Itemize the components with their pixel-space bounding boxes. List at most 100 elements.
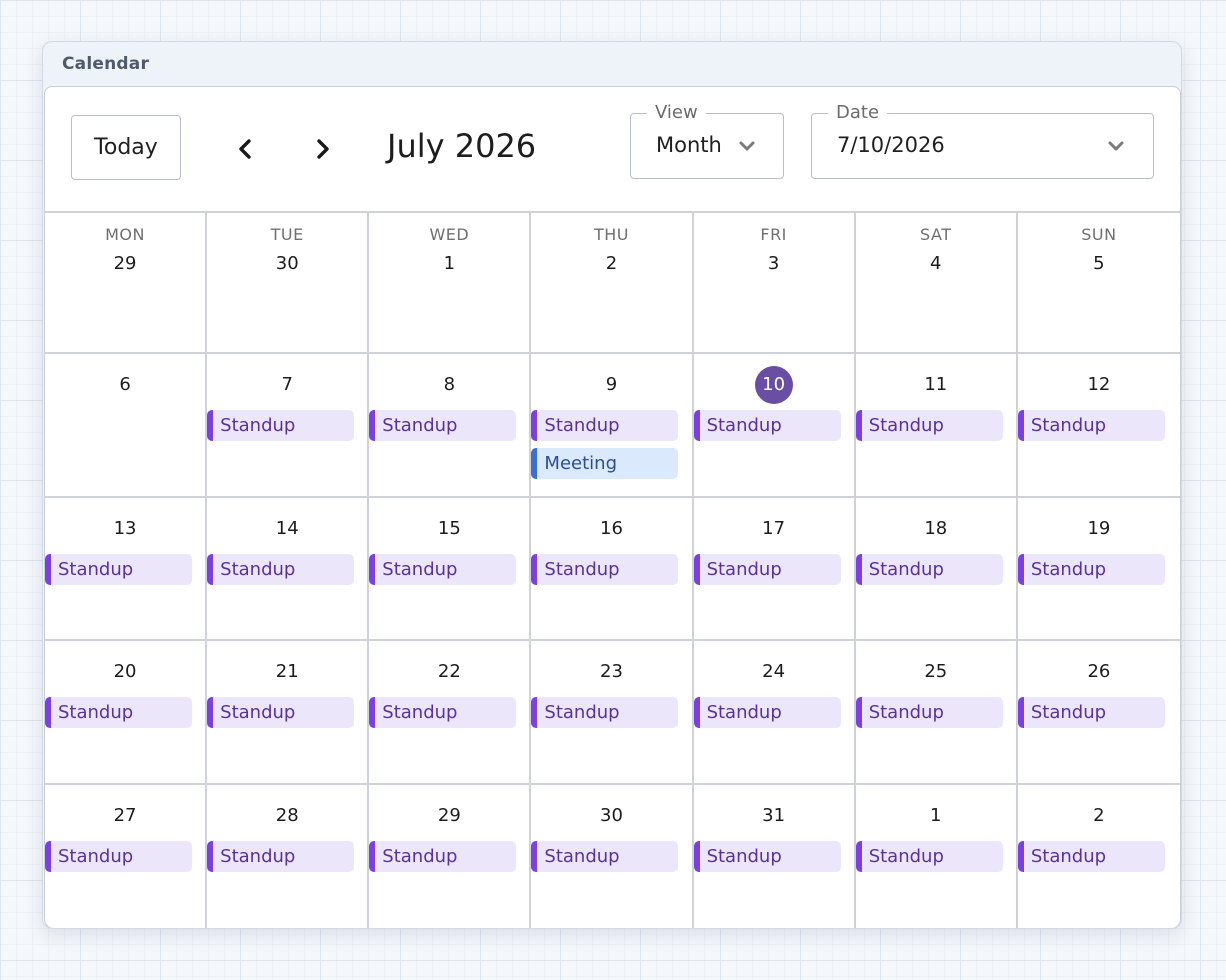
event-standup[interactable]: Standup — [207, 697, 355, 728]
day-cell[interactable]: MON 29 — [45, 211, 208, 354]
event-standup[interactable]: Standup — [1017, 553, 1165, 585]
day-cell[interactable]: 6 — [45, 354, 208, 498]
day-cell[interactable]: THU 2 — [531, 211, 694, 354]
day-cell[interactable]: 30 Standup — [531, 784, 694, 928]
event-standup[interactable]: Standup — [531, 697, 679, 728]
date-number: 7 — [281, 374, 293, 395]
day-cell[interactable]: 17 Standup — [693, 497, 856, 641]
day-cell[interactable]: 24 Standup — [693, 641, 856, 785]
event-standup[interactable]: Standup — [693, 410, 841, 441]
date-number: 20 — [113, 661, 137, 682]
previous-month-button[interactable] — [228, 131, 264, 167]
day-cell[interactable]: 7 Standup — [207, 354, 370, 498]
view-select-label: View — [647, 102, 706, 123]
event-standup[interactable]: Standup — [855, 410, 1003, 441]
date-number: 19 — [1087, 517, 1111, 539]
event-standup[interactable]: Standup — [369, 840, 517, 872]
date-number: 9 — [605, 374, 618, 395]
event-standup[interactable]: Standup — [45, 697, 192, 728]
event-standup[interactable]: Standup — [531, 840, 679, 872]
day-cell[interactable]: 9 Standup Meeting — [531, 354, 694, 498]
day-cell[interactable]: 22 Standup — [369, 641, 532, 785]
date-number: 29 — [437, 804, 461, 826]
day-cell[interactable]: FRI 3 — [693, 211, 856, 354]
date-number: 8 — [443, 374, 456, 395]
date-number: 26 — [1087, 661, 1111, 682]
day-cell[interactable]: WED 1 — [369, 211, 532, 354]
event-standup[interactable]: Standup — [855, 553, 1003, 585]
chevron-left-icon — [239, 139, 251, 159]
event-standup[interactable]: Standup — [45, 553, 192, 585]
calendar-toolbar: Today July 2026 View Month Date 7/10/202… — [45, 87, 1180, 213]
event-standup[interactable]: Standup — [531, 553, 679, 585]
date-number: 18 — [924, 517, 948, 539]
event-standup[interactable]: Standup — [1017, 840, 1165, 872]
day-cell[interactable]: 15 Standup — [369, 497, 532, 641]
event-standup[interactable]: Standup — [693, 697, 841, 728]
day-cell[interactable]: SUN 5 — [1017, 211, 1180, 354]
day-cell[interactable]: 1 Standup — [855, 784, 1018, 928]
current-month-label: July 2026 — [387, 127, 537, 165]
event-standup[interactable]: Standup — [693, 840, 841, 872]
date-number: 2 — [605, 253, 618, 274]
day-cell[interactable]: 19 Standup — [1017, 498, 1180, 641]
date-number: 29 — [113, 253, 137, 274]
event-standup[interactable]: Standup — [1017, 410, 1165, 441]
date-number: 12 — [1087, 374, 1111, 395]
day-cell[interactable]: 27 Standup — [45, 784, 208, 928]
event-standup[interactable]: Standup — [1017, 697, 1165, 728]
day-cell[interactable]: 10 Standup — [693, 354, 856, 498]
day-cell[interactable]: 20 Standup — [45, 641, 208, 785]
date-number: 24 — [762, 661, 786, 682]
day-cell[interactable]: 16 Standup — [531, 497, 694, 641]
day-cell[interactable]: SAT 4 — [855, 211, 1018, 354]
day-cell[interactable]: 13 Standup — [45, 497, 208, 641]
view-select[interactable]: View Month — [630, 102, 784, 179]
day-cell[interactable]: 8 Standup — [369, 354, 532, 498]
day-cell[interactable]: 18 Standup — [855, 497, 1018, 641]
event-standup[interactable]: Standup — [855, 840, 1003, 872]
event-standup[interactable]: Standup — [693, 553, 841, 585]
day-cell[interactable]: 2 Standup — [1017, 785, 1180, 929]
event-standup[interactable]: Standup — [369, 697, 517, 728]
date-number: 2 — [1093, 804, 1105, 826]
day-cell[interactable]: 26 Standup — [1017, 641, 1180, 785]
date-number: 30 — [275, 253, 299, 274]
day-cell[interactable]: 25 Standup — [855, 641, 1018, 785]
date-number: 30 — [600, 804, 623, 826]
weekday-header: TUE — [270, 225, 304, 244]
chevron-down-icon — [1108, 141, 1124, 151]
day-cell[interactable]: 12 Standup — [1017, 354, 1180, 498]
event-standup[interactable]: Standup — [45, 840, 192, 872]
event-standup[interactable]: Standup — [207, 410, 355, 441]
day-cell[interactable]: TUE 30 — [207, 211, 370, 354]
date-picker-label: Date — [828, 102, 888, 123]
month-grid: MON 29 TUE 30 WED 1 THU 2 FRI 3 SAT 4 SUN 5 6 7 Standup 8… — [45, 211, 1180, 928]
day-cell[interactable]: 14 Standup — [207, 497, 370, 641]
event-standup[interactable]: Standup — [855, 697, 1003, 728]
date-picker-value: 7/10/2026 — [837, 133, 945, 157]
date-number: 17 — [762, 517, 786, 539]
chevron-right-icon — [317, 139, 329, 159]
date-number: 25 — [924, 661, 948, 682]
event-standup[interactable]: Standup — [207, 840, 355, 872]
weekday-header: SUN — [1081, 225, 1117, 244]
date-number: 21 — [275, 661, 299, 682]
event-standup[interactable]: Standup — [531, 410, 679, 441]
day-cell[interactable]: 11 Standup — [855, 354, 1018, 498]
event-standup[interactable]: Standup — [369, 553, 517, 585]
date-picker[interactable]: Date 7/10/2026 — [811, 102, 1154, 179]
event-standup[interactable]: Standup — [207, 553, 355, 585]
today-button[interactable]: Today — [71, 115, 181, 180]
date-number: 28 — [275, 804, 299, 826]
event-standup[interactable]: Standup — [369, 410, 517, 441]
date-number: 22 — [437, 661, 461, 682]
day-cell[interactable]: 31 Standup — [693, 784, 856, 928]
day-cell[interactable]: 21 Standup — [207, 641, 370, 785]
day-cell[interactable]: 28 Standup — [207, 784, 370, 928]
event-meeting[interactable]: Meeting — [531, 448, 679, 479]
date-number: 14 — [275, 517, 299, 539]
next-month-button[interactable] — [304, 131, 340, 167]
day-cell[interactable]: 29 Standup — [369, 784, 532, 928]
day-cell[interactable]: 23 Standup — [531, 641, 694, 785]
